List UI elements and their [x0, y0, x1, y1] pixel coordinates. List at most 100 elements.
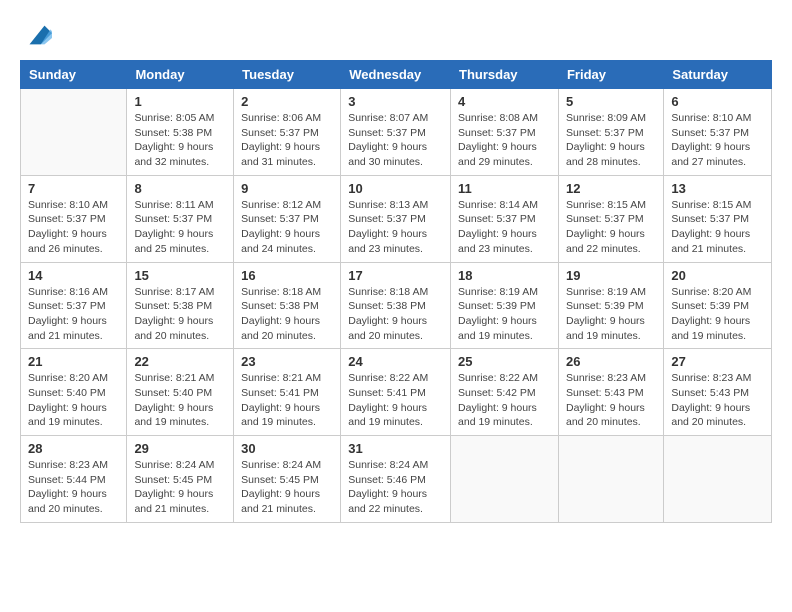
day-info: Sunrise: 8:05 AMSunset: 5:38 PMDaylight:… — [134, 111, 226, 170]
day-info: Sunrise: 8:20 AMSunset: 5:39 PMDaylight:… — [671, 285, 764, 344]
day-number: 3 — [348, 94, 443, 109]
day-number: 14 — [28, 268, 119, 283]
empty-cell — [21, 89, 127, 176]
calendar-day-cell: 28 Sunrise: 8:23 AMSunset: 5:44 PMDayligh… — [21, 436, 127, 523]
calendar-day-cell: 27Sunrise: 8:23 AMSunset: 5:43 PMDayligh… — [664, 349, 772, 436]
day-info: Sunrise: 8:12 AMSunset: 5:37 PMDaylight:… — [241, 198, 333, 257]
day-info: Sunrise: 8:21 AMSunset: 5:41 PMDaylight:… — [241, 371, 333, 430]
day-info: Sunrise: 8:18 AMSunset: 5:38 PMDaylight:… — [348, 285, 443, 344]
day-number: 25 — [458, 354, 551, 369]
calendar-day-cell: 16Sunrise: 8:18 AMSunset: 5:38 PMDayligh… — [234, 262, 341, 349]
calendar-day-cell: 4 Sunrise: 8:08 AMSunset: 5:37 PMDaylight… — [451, 89, 559, 176]
calendar-day-cell: 20 Sunrise: 8:20 AMSunset: 5:39 PMDayligh… — [664, 262, 772, 349]
weekday-header-monday: Monday — [127, 61, 234, 89]
day-info: Sunrise: 8:23 AMSunset: 5:43 PMDaylight:… — [566, 371, 656, 430]
calendar-day-cell: 2Sunrise: 8:06 AMSunset: 5:37 PMDaylight… — [234, 89, 341, 176]
day-number: 28 — [28, 441, 119, 456]
day-number: 8 — [134, 181, 226, 196]
day-info: Sunrise: 8:24 AMSunset: 5:45 PMDaylight:… — [241, 458, 333, 517]
calendar-day-cell: 9 Sunrise: 8:12 AMSunset: 5:37 PMDaylight… — [234, 175, 341, 262]
day-number: 27 — [671, 354, 764, 369]
day-number: 21 — [28, 354, 119, 369]
day-number: 13 — [671, 181, 764, 196]
day-info: Sunrise: 8:09 AMSunset: 5:37 PMDaylight:… — [566, 111, 656, 170]
day-number: 26 — [566, 354, 656, 369]
day-number: 9 — [241, 181, 333, 196]
day-number: 19 — [566, 268, 656, 283]
day-info: Sunrise: 8:17 AMSunset: 5:38 PMDaylight:… — [134, 285, 226, 344]
calendar-day-cell: 26 Sunrise: 8:23 AMSunset: 5:43 PMDayligh… — [558, 349, 663, 436]
weekday-header-friday: Friday — [558, 61, 663, 89]
calendar-day-cell: 1 Sunrise: 8:05 AMSunset: 5:38 PMDaylight… — [127, 89, 234, 176]
calendar-day-cell: 7 Sunrise: 8:10 AMSunset: 5:37 PMDaylight… — [21, 175, 127, 262]
day-info: Sunrise: 8:21 AMSunset: 5:40 PMDaylight:… — [134, 371, 226, 430]
day-number: 24 — [348, 354, 443, 369]
weekday-header-wednesday: Wednesday — [341, 61, 451, 89]
calendar-day-cell: 21Sunrise: 8:20 AMSunset: 5:40 PMDayligh… — [21, 349, 127, 436]
calendar-day-cell: 29Sunrise: 8:24 AMSunset: 5:45 PMDayligh… — [127, 436, 234, 523]
calendar-day-cell: 19Sunrise: 8:19 AMSunset: 5:39 PMDayligh… — [558, 262, 663, 349]
calendar-day-cell: 25 Sunrise: 8:22 AMSunset: 5:42 PMDayligh… — [451, 349, 559, 436]
calendar-week-row: 1 Sunrise: 8:05 AMSunset: 5:38 PMDaylight… — [21, 89, 772, 176]
calendar-week-row: 7 Sunrise: 8:10 AMSunset: 5:37 PMDaylight… — [21, 175, 772, 262]
empty-cell — [558, 436, 663, 523]
day-info: Sunrise: 8:11 AMSunset: 5:37 PMDaylight:… — [134, 198, 226, 257]
weekday-header-thursday: Thursday — [451, 61, 559, 89]
empty-cell — [451, 436, 559, 523]
day-number: 6 — [671, 94, 764, 109]
calendar-day-cell: 10Sunrise: 8:13 AMSunset: 5:37 PMDayligh… — [341, 175, 451, 262]
page-container: SundayMondayTuesdayWednesdayThursdayFrid… — [0, 0, 792, 533]
day-info: Sunrise: 8:08 AMSunset: 5:37 PMDaylight:… — [458, 111, 551, 170]
calendar-day-cell: 17 Sunrise: 8:18 AMSunset: 5:38 PMDayligh… — [341, 262, 451, 349]
day-number: 11 — [458, 181, 551, 196]
calendar-week-row: 28 Sunrise: 8:23 AMSunset: 5:44 PMDayligh… — [21, 436, 772, 523]
weekday-header-tuesday: Tuesday — [234, 61, 341, 89]
day-info: Sunrise: 8:16 AMSunset: 5:37 PMDaylight:… — [28, 285, 119, 344]
day-number: 23 — [241, 354, 333, 369]
calendar-day-cell: 23 Sunrise: 8:21 AMSunset: 5:41 PMDayligh… — [234, 349, 341, 436]
day-info: Sunrise: 8:10 AMSunset: 5:37 PMDaylight:… — [671, 111, 764, 170]
day-info: Sunrise: 8:23 AMSunset: 5:44 PMDaylight:… — [28, 458, 119, 517]
calendar-day-cell: 11 Sunrise: 8:14 AMSunset: 5:37 PMDayligh… — [451, 175, 559, 262]
day-number: 7 — [28, 181, 119, 196]
calendar-day-cell: 31 Sunrise: 8:24 AMSunset: 5:46 PMDayligh… — [341, 436, 451, 523]
weekday-header-sunday: Sunday — [21, 61, 127, 89]
calendar-day-cell: 14 Sunrise: 8:16 AMSunset: 5:37 PMDayligh… — [21, 262, 127, 349]
calendar-week-row: 14 Sunrise: 8:16 AMSunset: 5:37 PMDayligh… — [21, 262, 772, 349]
calendar-day-cell: 15Sunrise: 8:17 AMSunset: 5:38 PMDayligh… — [127, 262, 234, 349]
calendar-day-cell: 30Sunrise: 8:24 AMSunset: 5:45 PMDayligh… — [234, 436, 341, 523]
day-number: 29 — [134, 441, 226, 456]
day-info: Sunrise: 8:07 AMSunset: 5:37 PMDaylight:… — [348, 111, 443, 170]
calendar-day-cell: 5 Sunrise: 8:09 AMSunset: 5:37 PMDaylight… — [558, 89, 663, 176]
day-number: 1 — [134, 94, 226, 109]
day-number: 4 — [458, 94, 551, 109]
calendar-day-cell: 22 Sunrise: 8:21 AMSunset: 5:40 PMDayligh… — [127, 349, 234, 436]
day-number: 22 — [134, 354, 226, 369]
day-number: 2 — [241, 94, 333, 109]
calendar-day-cell: 18Sunrise: 8:19 AMSunset: 5:39 PMDayligh… — [451, 262, 559, 349]
day-number: 20 — [671, 268, 764, 283]
calendar-day-cell: 3 Sunrise: 8:07 AMSunset: 5:37 PMDaylight… — [341, 89, 451, 176]
day-number: 17 — [348, 268, 443, 283]
day-info: Sunrise: 8:10 AMSunset: 5:37 PMDaylight:… — [28, 198, 119, 257]
empty-cell — [664, 436, 772, 523]
day-info: Sunrise: 8:22 AMSunset: 5:42 PMDaylight:… — [458, 371, 551, 430]
day-number: 5 — [566, 94, 656, 109]
day-info: Sunrise: 8:14 AMSunset: 5:37 PMDaylight:… — [458, 198, 551, 257]
logo — [20, 20, 52, 50]
day-info: Sunrise: 8:18 AMSunset: 5:38 PMDaylight:… — [241, 285, 333, 344]
day-info: Sunrise: 8:24 AMSunset: 5:46 PMDaylight:… — [348, 458, 443, 517]
calendar-day-cell: 13Sunrise: 8:15 AMSunset: 5:37 PMDayligh… — [664, 175, 772, 262]
weekday-header-saturday: Saturday — [664, 61, 772, 89]
calendar-day-cell: 8 Sunrise: 8:11 AMSunset: 5:37 PMDaylight… — [127, 175, 234, 262]
calendar-table: SundayMondayTuesdayWednesdayThursdayFrid… — [20, 60, 772, 523]
calendar-day-cell: 6 Sunrise: 8:10 AMSunset: 5:37 PMDaylight… — [664, 89, 772, 176]
day-info: Sunrise: 8:15 AMSunset: 5:37 PMDaylight:… — [566, 198, 656, 257]
day-number: 31 — [348, 441, 443, 456]
day-number: 18 — [458, 268, 551, 283]
weekday-header-row: SundayMondayTuesdayWednesdayThursdayFrid… — [21, 61, 772, 89]
logo-icon — [22, 20, 52, 50]
day-number: 10 — [348, 181, 443, 196]
calendar-week-row: 21Sunrise: 8:20 AMSunset: 5:40 PMDayligh… — [21, 349, 772, 436]
calendar-day-cell: 24Sunrise: 8:22 AMSunset: 5:41 PMDayligh… — [341, 349, 451, 436]
